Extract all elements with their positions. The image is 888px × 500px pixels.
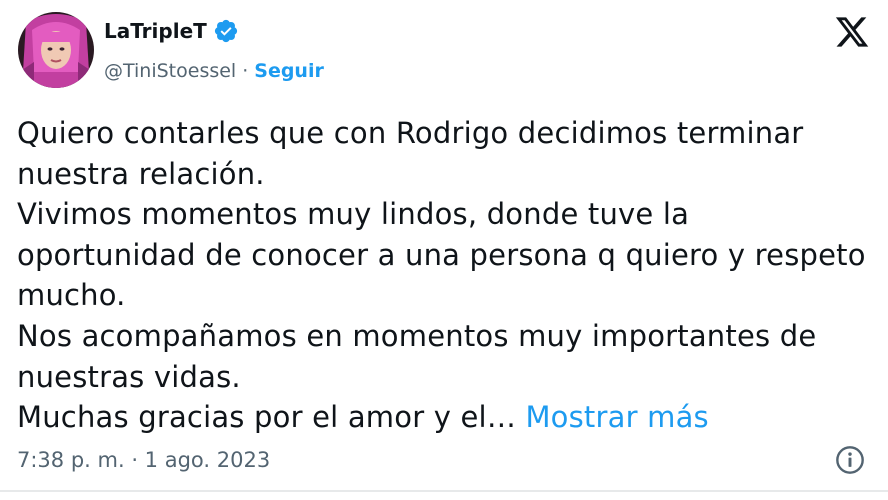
handle[interactable]: @TiniStoessel: [104, 60, 236, 82]
info-icon[interactable]: [834, 444, 866, 476]
timestamp[interactable]: 7:38 p. m. · 1 ago. 2023: [17, 448, 270, 472]
tweet-text: Quiero contarles que con Rodrigo decidim…: [17, 113, 883, 438]
tweet-line: Quiero contarles que con Rodrigo decidim…: [17, 116, 804, 150]
separator: ·: [242, 60, 249, 82]
show-more-link[interactable]: Mostrar más: [525, 400, 708, 434]
verified-badge-icon: [213, 18, 239, 44]
tweet-line: Vivimos momentos muy lindos, donde tuve …: [17, 197, 690, 232]
divider: [0, 490, 888, 492]
tweet-line: oportunidad de conocer a una persona q q…: [17, 237, 866, 272]
handle-row: @TiniStoessel · Seguir: [104, 60, 324, 82]
author-name-row: LaTripleT: [104, 18, 239, 44]
x-logo-icon[interactable]: [834, 14, 870, 50]
tweet-line: nuestra relación.: [17, 156, 265, 191]
tweet-line: Nos acompañamos en momentos muy importan…: [17, 318, 817, 353]
tweet-line-truncated: Muchas gracias por el amor y el…: [17, 400, 517, 435]
avatar[interactable]: [18, 12, 94, 88]
tweet-line: nuestras vidas.: [17, 359, 241, 394]
tweet-line-last: Muchas gracias por el amor y el… Mostrar…: [17, 397, 883, 438]
display-name[interactable]: LaTripleT: [104, 19, 207, 43]
follow-button[interactable]: Seguir: [254, 60, 324, 82]
tweet-line: mucho.: [17, 278, 126, 313]
avatar-image: [18, 12, 94, 88]
